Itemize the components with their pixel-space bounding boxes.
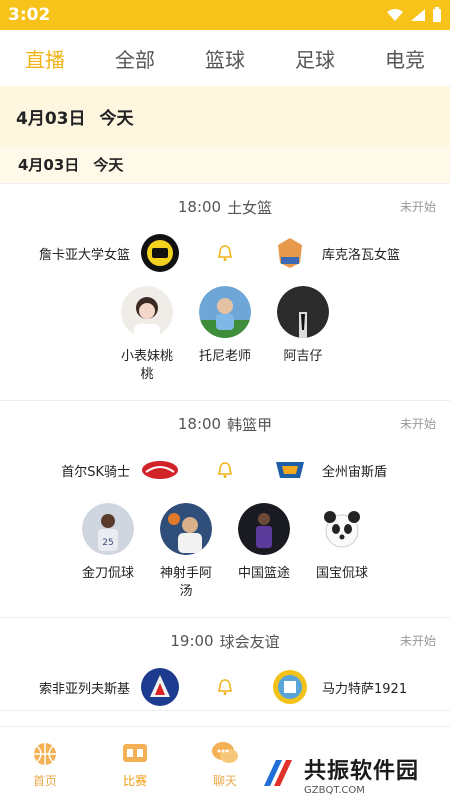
match-list[interactable]: 18:00 土女篮 未开始 詹卡亚大学女篮 库克洛瓦女篮 小表妹桃桃 托尼老师 …	[0, 184, 450, 726]
watermark-url: GZBQT.COM	[304, 784, 365, 796]
status-bar: 3:02	[0, 0, 450, 30]
date-label: 4月03日	[16, 108, 86, 129]
match-league: 土女篮	[227, 198, 273, 217]
away-team-logo	[278, 238, 302, 268]
home-team-name: 詹卡亚大学女篮	[38, 247, 130, 263]
day-label: 今天	[93, 156, 124, 174]
bell-icon[interactable]	[216, 461, 234, 479]
anchor-name: 托尼老师	[198, 349, 251, 364]
match-status: 未开始	[399, 634, 436, 648]
match-teams: 首尔SK骑士 全州宙斯盾	[0, 447, 450, 493]
anchor-name: 中国篮途	[237, 566, 290, 581]
anchor-item[interactable]: 神射手阿汤	[159, 503, 213, 601]
anchor-item[interactable]: 阿吉仔	[276, 286, 330, 384]
match-time: 18:00	[177, 415, 222, 433]
watermark-name: 共振软件园	[304, 758, 420, 784]
match-time: 19:00	[170, 632, 214, 650]
date-header-sticky: 4月03日 今天	[0, 146, 450, 184]
home-team-name: 索非亚列夫斯基	[38, 681, 130, 697]
site-watermark: 共振软件园 GZBQT.COM	[250, 748, 450, 800]
watermark-logo-icon	[264, 760, 292, 786]
match-league: 球会友谊	[219, 632, 280, 651]
category-tabs: 直播 全部 篮球 足球 电竞	[0, 30, 450, 86]
nav-label: 比赛	[122, 774, 147, 788]
match-status: 未开始	[399, 200, 436, 214]
anchor-avatar: 25	[82, 503, 134, 555]
away-team-name: 库克洛瓦女篮	[322, 247, 401, 263]
away-team-logo	[276, 462, 304, 478]
date-header-main: 4月03日 今天	[0, 86, 450, 146]
match-card[interactable]: 19:00 球会友谊 未开始 索非亚列夫斯基 马力特萨1921	[0, 618, 450, 711]
anchor-avatar	[160, 503, 212, 555]
day-label: 今天	[99, 108, 134, 129]
anchor-avatar	[238, 503, 290, 555]
anchor-item[interactable]: 25 金刀侃球	[81, 503, 135, 601]
away-team-logo	[273, 670, 307, 704]
match-card[interactable]: 18:00 韩篮甲 未开始 首尔SK骑士 全州宙斯盾 25 金刀侃球 神射手阿汤…	[0, 401, 450, 618]
battery-icon	[433, 7, 441, 22]
home-team-logo	[142, 461, 178, 479]
anchor-name: 神射手阿汤	[159, 566, 212, 599]
basketball-icon	[34, 743, 56, 765]
anchor-list: 小表妹桃桃 托尼老师 阿吉仔	[0, 276, 450, 400]
scoreboard-icon	[123, 744, 147, 762]
wifi-icon	[387, 9, 403, 21]
anchor-avatar	[199, 286, 251, 338]
nav-label: 聊天	[212, 774, 237, 788]
chat-icon	[212, 742, 238, 763]
nav-label: 首页	[32, 774, 57, 788]
away-team-name: 全州宙斯盾	[322, 464, 388, 480]
anchor-name: 小表妹桃桃	[120, 349, 173, 382]
nav-home[interactable]: 首页	[0, 727, 90, 800]
date-label: 4月03日	[18, 156, 80, 174]
nav-matches[interactable]: 比赛	[90, 727, 180, 800]
tab-live[interactable]: 直播	[0, 44, 90, 73]
bell-icon[interactable]	[216, 678, 234, 696]
match-league: 韩篮甲	[227, 415, 273, 434]
anchor-name: 金刀侃球	[81, 566, 134, 581]
anchor-name: 国宝侃球	[315, 566, 368, 581]
match-header: 18:00 土女篮 未开始	[0, 184, 450, 230]
signal-icon	[411, 9, 425, 21]
tab-esports[interactable]: 电竞	[360, 44, 450, 73]
match-header: 18:00 韩篮甲 未开始	[0, 401, 450, 447]
match-card[interactable]: 18:00 土女篮 未开始 詹卡亚大学女篮 库克洛瓦女篮 小表妹桃桃 托尼老师 …	[0, 184, 450, 401]
anchor-avatar	[277, 286, 329, 338]
tab-football[interactable]: 足球	[270, 44, 360, 73]
match-teams: 詹卡亚大学女篮 库克洛瓦女篮	[0, 230, 450, 276]
away-team-name: 马力特萨1921	[322, 681, 408, 697]
match-time: 18:00	[177, 198, 222, 216]
home-team-logo	[141, 668, 179, 706]
tab-basketball[interactable]: 篮球	[180, 44, 270, 73]
match-teams: 索非亚列夫斯基 马力特萨1921	[0, 664, 450, 710]
tab-all[interactable]: 全部	[90, 44, 180, 73]
anchor-avatar	[121, 286, 173, 338]
bell-icon[interactable]	[216, 244, 234, 262]
home-team-name: 首尔SK骑士	[61, 464, 130, 480]
svg-text:25: 25	[102, 538, 113, 548]
anchor-item[interactable]: 小表妹桃桃	[120, 286, 174, 384]
anchor-list: 25 金刀侃球 神射手阿汤 中国篮途 国宝侃球	[0, 493, 450, 617]
anchor-name: 阿吉仔	[283, 349, 323, 364]
anchor-item[interactable]: 托尼老师	[198, 286, 252, 384]
match-header: 19:00 球会友谊 未开始	[0, 618, 450, 664]
anchor-item[interactable]: 中国篮途	[237, 503, 291, 601]
anchor-avatar	[316, 503, 368, 555]
match-status: 未开始	[399, 417, 436, 431]
anchor-item[interactable]: 国宝侃球	[315, 503, 369, 601]
status-icons	[386, 7, 442, 23]
status-time: 3:02	[8, 5, 51, 25]
home-team-logo	[141, 234, 179, 272]
